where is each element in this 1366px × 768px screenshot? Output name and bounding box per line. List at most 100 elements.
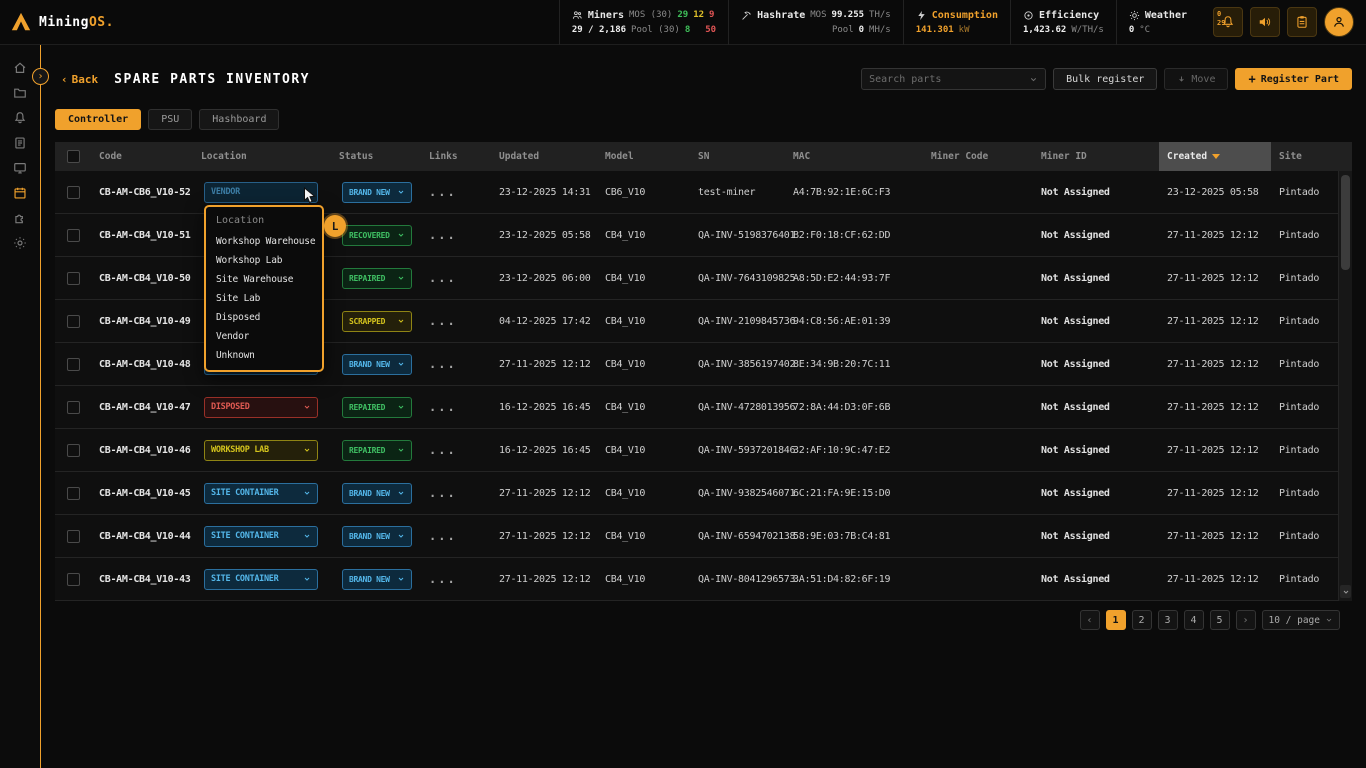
sidebar-item-notifications[interactable] [7, 108, 33, 128]
search-input[interactable] [869, 74, 1029, 85]
table-row[interactable]: CB-AM-CB4_V10-46 WORKSHOP LAB REPAIRED .… [55, 429, 1338, 472]
column-header-mac[interactable]: MAC [785, 142, 923, 171]
row-checkbox[interactable] [67, 186, 80, 199]
status-select[interactable]: BRAND NEW [342, 526, 412, 547]
cell-site: Pintado [1271, 273, 1338, 284]
location-select[interactable]: SITE CONTAINER [204, 569, 318, 590]
column-header-links[interactable]: Links [421, 142, 491, 171]
status-select[interactable]: REPAIRED [342, 397, 412, 418]
sidebar-item-calendar[interactable] [7, 183, 33, 203]
next-page-button[interactable]: › [1236, 610, 1256, 630]
dropdown-option[interactable]: Site Warehouse [206, 270, 322, 289]
dropdown-option[interactable]: Site Lab [206, 289, 322, 308]
status-select[interactable]: REPAIRED [342, 268, 412, 289]
column-header-site[interactable]: Site [1271, 142, 1324, 171]
row-links-button[interactable]: ... [421, 185, 491, 199]
status-select[interactable]: BRAND NEW [342, 483, 412, 504]
select-all-checkbox[interactable] [67, 150, 80, 163]
sort-desc-icon [1212, 154, 1220, 159]
chevron-down-icon [397, 575, 405, 583]
location-select[interactable]: VENDOR [204, 182, 318, 203]
tab-controller[interactable]: Controller [55, 109, 141, 130]
column-header-code[interactable]: Code [91, 142, 193, 171]
sidebar-item-documents[interactable] [7, 133, 33, 153]
tab-hashboard[interactable]: Hashboard [199, 109, 279, 130]
bulk-register-button[interactable]: Bulk register [1053, 68, 1157, 90]
dropdown-option[interactable]: Workshop Lab [206, 251, 322, 270]
move-button[interactable]: Move [1164, 68, 1228, 90]
sidebar-expand-button[interactable]: › [32, 68, 49, 85]
table-row[interactable]: CB-AM-CB4_V10-47 DISPOSED REPAIRED ... 1… [55, 386, 1338, 429]
column-header-created[interactable]: Created [1159, 142, 1271, 171]
page-button-2[interactable]: 2 [1132, 610, 1152, 630]
status-select[interactable]: BRAND NEW [342, 354, 412, 375]
row-links-button[interactable]: ... [421, 529, 491, 543]
status-select[interactable]: REPAIRED [342, 440, 412, 461]
row-checkbox[interactable] [67, 272, 80, 285]
account-button[interactable] [1324, 7, 1354, 37]
sidebar-item-monitoring[interactable] [7, 158, 33, 178]
page-button-5[interactable]: 5 [1210, 610, 1230, 630]
column-header-miner-code[interactable]: Miner Code [923, 142, 1033, 171]
row-links-button[interactable]: ... [421, 228, 491, 242]
row-checkbox[interactable] [67, 358, 80, 371]
register-part-button[interactable]: + Register Part [1235, 68, 1352, 90]
status-select[interactable]: RECOVERED [342, 225, 412, 246]
sound-button[interactable] [1250, 7, 1280, 37]
table-row[interactable]: CB-AM-CB4_V10-44 SITE CONTAINER BRAND NE… [55, 515, 1338, 558]
prev-page-button[interactable]: ‹ [1080, 610, 1100, 630]
dropdown-option[interactable]: Disposed [206, 308, 322, 327]
status-select[interactable]: BRAND NEW [342, 569, 412, 590]
row-checkbox[interactable] [67, 487, 80, 500]
row-checkbox[interactable] [67, 444, 80, 457]
search-parts-combobox[interactable] [861, 68, 1046, 90]
row-links-button[interactable]: ... [421, 400, 491, 414]
sidebar-item-parts[interactable] [7, 208, 33, 228]
location-select[interactable]: SITE CONTAINER [204, 483, 318, 504]
sidebar-item-folders[interactable] [7, 83, 33, 103]
table-row[interactable]: CB-AM-CB4_V10-45 SITE CONTAINER BRAND NE… [55, 472, 1338, 515]
column-header-model[interactable]: Model [597, 142, 690, 171]
status-select[interactable]: BRAND NEW [342, 182, 412, 203]
notifications-button[interactable]: 029 [1213, 7, 1243, 37]
row-checkbox[interactable] [67, 229, 80, 242]
column-header-status[interactable]: Status [331, 142, 421, 171]
row-links-button[interactable]: ... [421, 443, 491, 457]
page-button-4[interactable]: 4 [1184, 610, 1204, 630]
location-select[interactable]: DISPOSED [204, 397, 318, 418]
row-links-button[interactable]: ... [421, 314, 491, 328]
page-size-select[interactable]: 10 / page [1262, 610, 1340, 630]
scrollbar-down-button[interactable] [1340, 585, 1351, 598]
dropdown-option[interactable]: Unknown [206, 346, 322, 365]
tasks-button[interactable] [1287, 7, 1317, 37]
column-header-miner-id[interactable]: Miner ID [1033, 142, 1159, 171]
location-select[interactable]: SITE CONTAINER [204, 526, 318, 547]
column-header-updated[interactable]: Updated [491, 142, 597, 171]
table-row[interactable]: CB-AM-CB4_V10-43 SITE CONTAINER BRAND NE… [55, 558, 1338, 601]
page-button-3[interactable]: 3 [1158, 610, 1178, 630]
dropdown-option[interactable]: Vendor [206, 327, 322, 346]
row-links-button[interactable]: ... [421, 271, 491, 285]
row-checkbox[interactable] [67, 573, 80, 586]
row-links-button[interactable]: ... [421, 486, 491, 500]
row-checkbox[interactable] [67, 401, 80, 414]
cell-code: CB-AM-CB4_V10-50 [91, 273, 193, 284]
row-checkbox[interactable] [67, 530, 80, 543]
cell-miner-id: Not Assigned [1033, 273, 1159, 284]
dropdown-option[interactable]: Workshop Warehouse [206, 232, 322, 251]
table-scrollbar[interactable] [1338, 171, 1352, 601]
back-button[interactable]: ‹ Back [61, 73, 98, 86]
status-select[interactable]: SCRAPPED [342, 311, 412, 332]
column-header-sn[interactable]: SN [690, 142, 785, 171]
row-links-button[interactable]: ... [421, 572, 491, 586]
row-checkbox[interactable] [67, 315, 80, 328]
page-button-1[interactable]: 1 [1106, 610, 1126, 630]
column-header-location[interactable]: Location [193, 142, 331, 171]
location-select[interactable]: WORKSHOP LAB [204, 440, 318, 461]
row-links-button[interactable]: ... [421, 357, 491, 371]
scrollbar-thumb[interactable] [1341, 175, 1350, 270]
cell-mac: 94:C8:56:AE:01:39 [785, 316, 923, 327]
sidebar-item-settings[interactable] [7, 233, 33, 253]
tab-psu[interactable]: PSU [148, 109, 192, 130]
sidebar-item-home[interactable] [7, 58, 33, 78]
